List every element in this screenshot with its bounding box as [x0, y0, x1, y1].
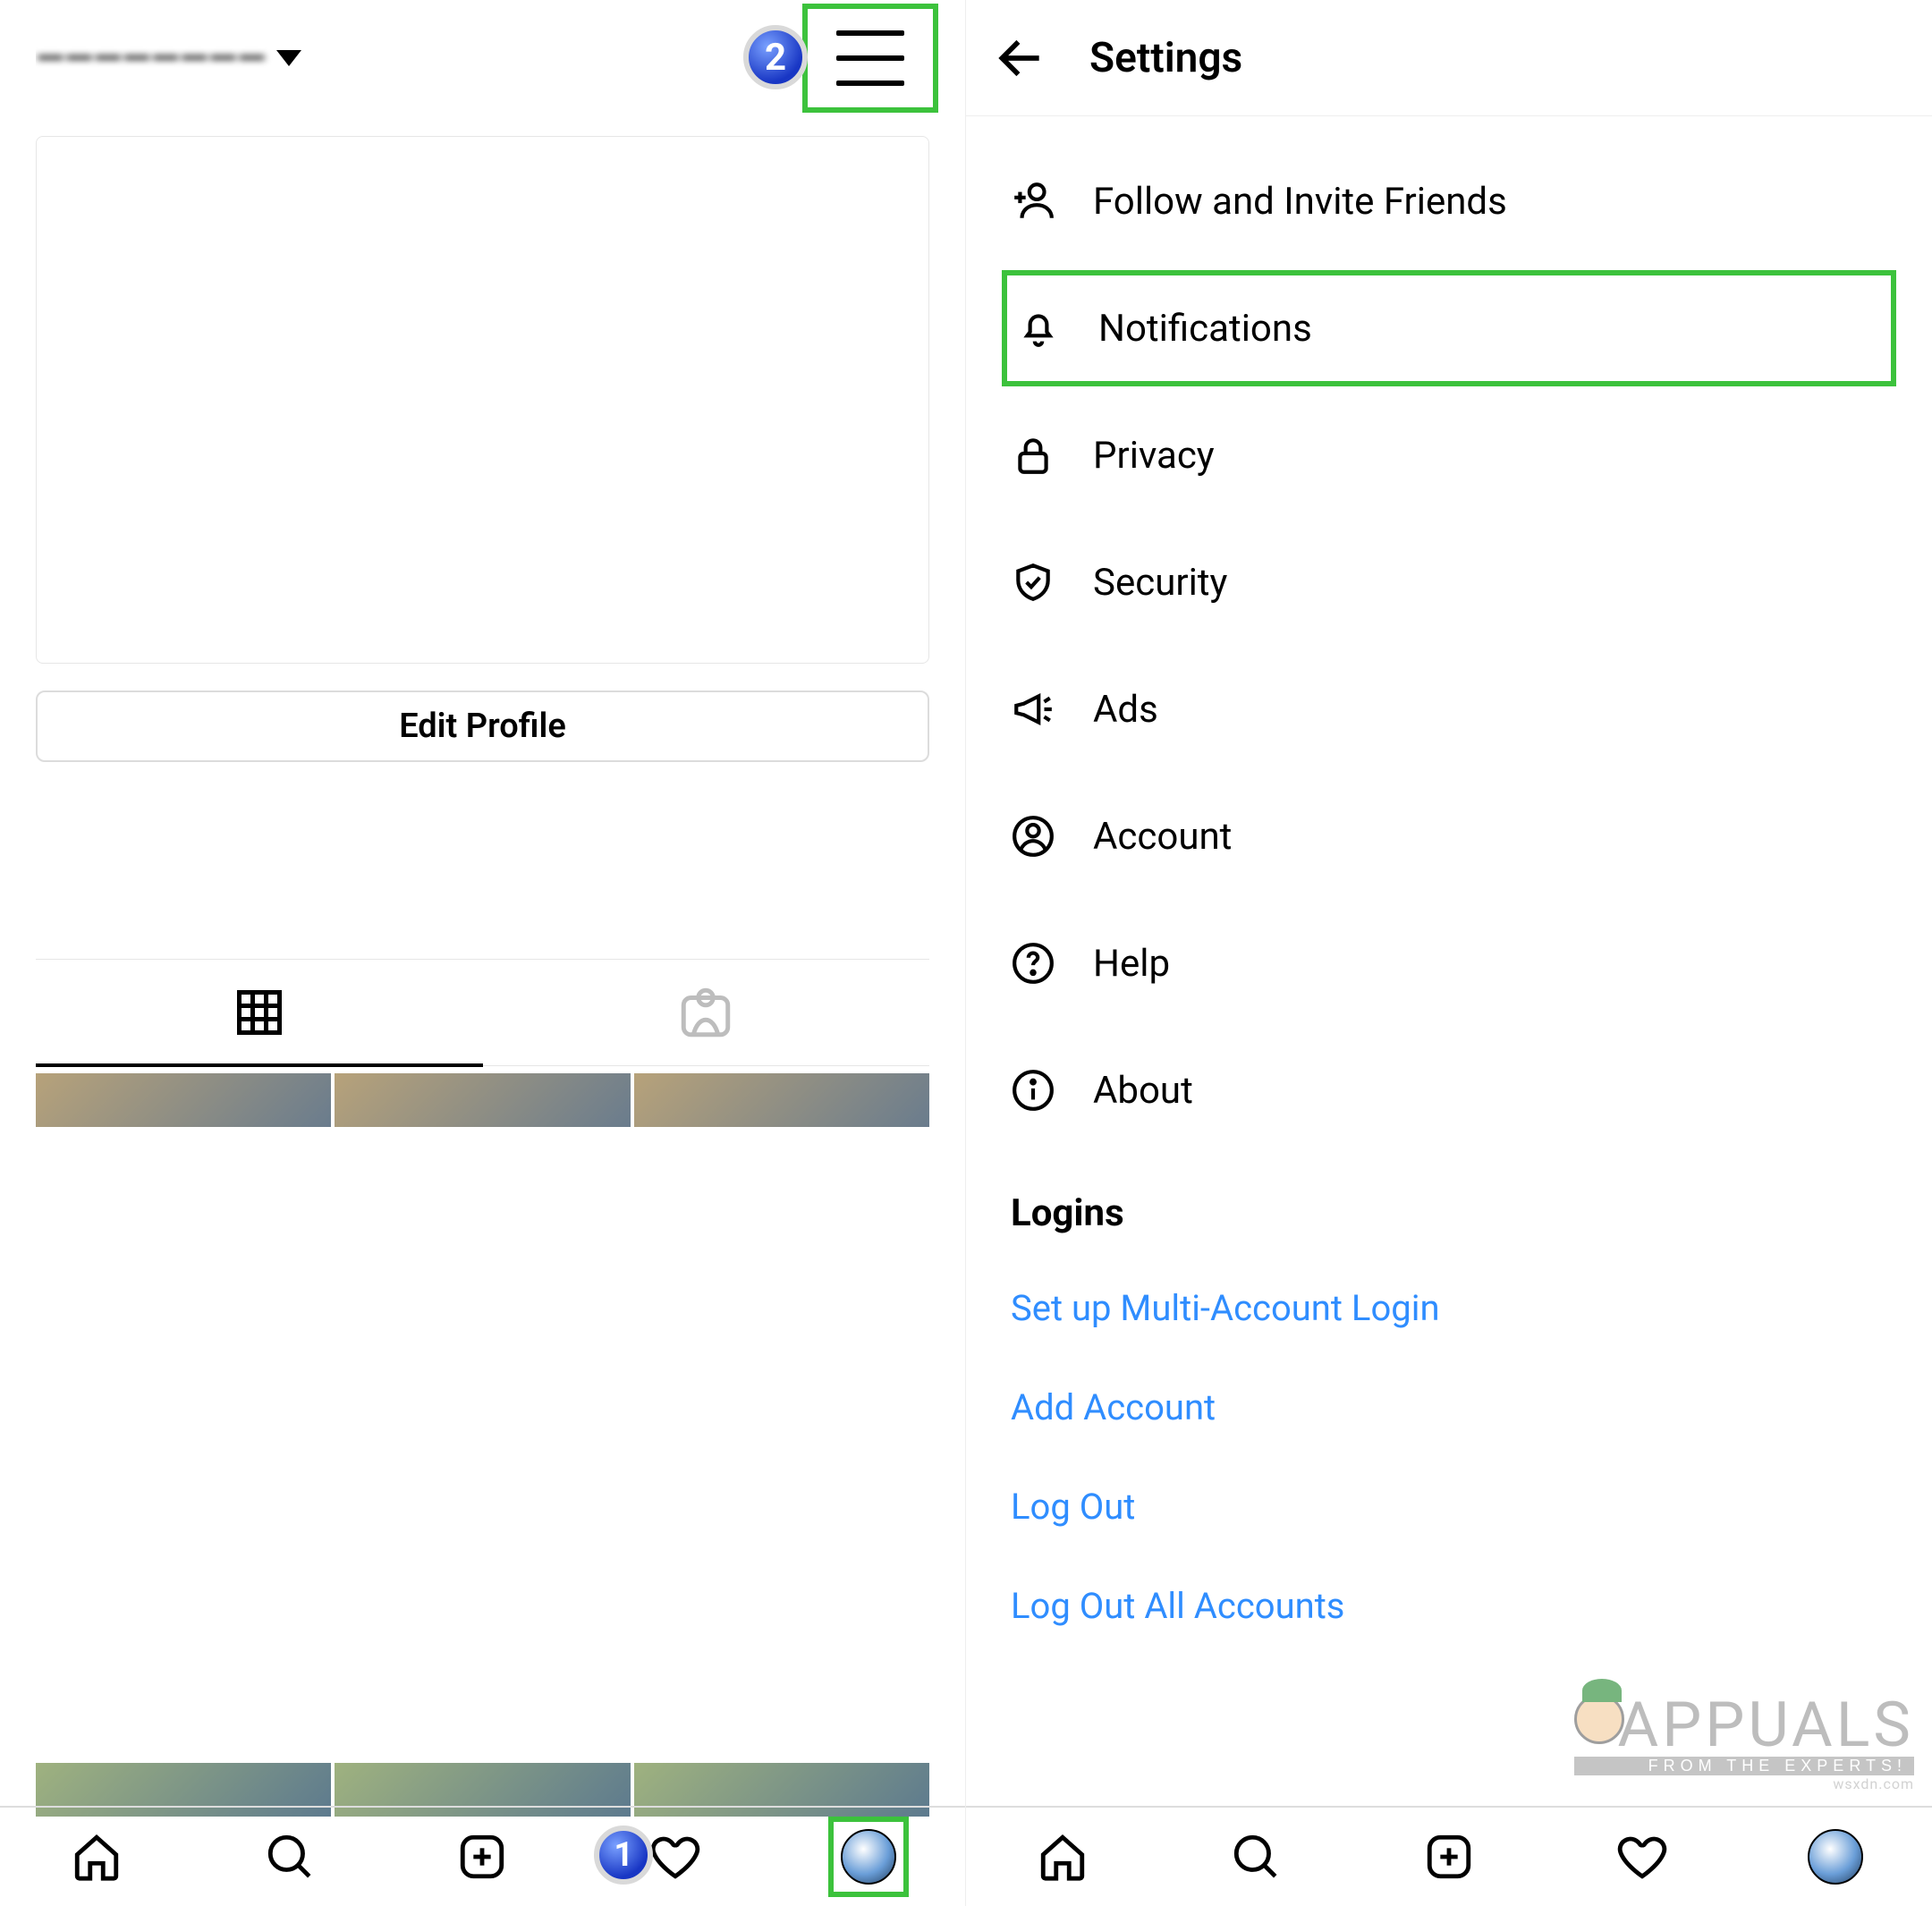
settings-item-ads[interactable]: Ads	[1002, 651, 1896, 767]
username-label: ————————	[36, 37, 266, 80]
tab-search[interactable]	[250, 1817, 330, 1897]
tab-profile[interactable]	[1795, 1817, 1876, 1897]
tab-activity[interactable]	[1602, 1817, 1682, 1897]
home-icon	[1037, 1831, 1089, 1883]
link-add-account[interactable]: Add Account	[1002, 1363, 1896, 1452]
info-icon	[1011, 1068, 1055, 1113]
account-icon	[1011, 814, 1055, 859]
link-log-out[interactable]: Log Out	[1002, 1462, 1896, 1551]
settings-header: Settings	[966, 0, 1932, 116]
hamburger-line-icon	[836, 30, 904, 36]
help-icon	[1011, 941, 1055, 986]
watermark-mascot-icon	[1574, 1694, 1624, 1744]
add-user-icon	[1011, 179, 1055, 224]
settings-item-label: Account	[1093, 815, 1232, 859]
profile-screen: ———————— 2 Edit Profile	[0, 0, 966, 1906]
settings-item-label: Notifications	[1098, 307, 1312, 351]
watermark: APPUALS FROM THE EXPERTS! wsxdn.com	[1574, 1701, 1914, 1791]
lock-icon	[1011, 433, 1055, 478]
avatar-icon	[841, 1829, 896, 1885]
link-log-out-all[interactable]: Log Out All Accounts	[1002, 1562, 1896, 1650]
plus-square-icon	[1423, 1831, 1475, 1883]
heart-icon	[649, 1831, 701, 1883]
bottom-tab-bar	[966, 1806, 1932, 1906]
settings-item-account[interactable]: Account	[1002, 778, 1896, 894]
tab-new-post[interactable]	[1409, 1817, 1489, 1897]
chevron-down-icon	[276, 50, 301, 66]
tagged-icon	[676, 983, 735, 1042]
settings-item-label: Security	[1093, 561, 1227, 605]
profile-header: ———————— 2	[0, 0, 965, 116]
settings-title: Settings	[1089, 34, 1242, 82]
grid-icon	[233, 986, 286, 1039]
bell-icon	[1016, 306, 1061, 351]
settings-item-about[interactable]: About	[1002, 1032, 1896, 1148]
post-thumb[interactable]	[36, 1073, 331, 1127]
tab-profile[interactable]	[828, 1817, 909, 1897]
megaphone-icon	[1011, 687, 1055, 732]
tab-search[interactable]	[1216, 1817, 1296, 1897]
post-thumb[interactable]	[335, 1073, 630, 1127]
tab-home[interactable]	[56, 1817, 137, 1897]
settings-screen: Settings Follow and Invite Friends Notif…	[966, 0, 1932, 1906]
step-badge-2: 2	[743, 25, 808, 89]
settings-item-security[interactable]: Security	[1002, 524, 1896, 640]
settings-item-label: About	[1093, 1069, 1193, 1113]
tab-new-post[interactable]	[442, 1817, 522, 1897]
hamburger-line-icon	[836, 80, 904, 86]
profile-stats-area	[36, 136, 929, 664]
search-icon	[264, 1831, 316, 1883]
home-icon	[71, 1831, 123, 1883]
tab-home[interactable]	[1022, 1817, 1103, 1897]
bottom-tab-bar: 1	[0, 1806, 965, 1906]
settings-item-privacy[interactable]: Privacy	[1002, 397, 1896, 513]
link-multi-account[interactable]: Set up Multi-Account Login	[1002, 1264, 1896, 1352]
posts-row	[36, 1763, 929, 1806]
settings-item-help[interactable]: Help	[1002, 905, 1896, 1021]
tab-activity[interactable]: 1	[635, 1817, 716, 1897]
logins-section-title: Logins	[1002, 1159, 1896, 1253]
posts-row	[36, 1073, 929, 1127]
settings-list: Follow and Invite Friends Notifications …	[966, 116, 1932, 1806]
back-arrow-icon[interactable]	[993, 30, 1048, 86]
hamburger-line-icon	[836, 55, 904, 61]
settings-item-label: Help	[1093, 942, 1170, 986]
settings-item-follow-invite[interactable]: Follow and Invite Friends	[1002, 143, 1896, 259]
settings-item-notifications[interactable]: Notifications	[1002, 270, 1896, 386]
settings-item-label: Follow and Invite Friends	[1093, 180, 1507, 224]
tab-tagged[interactable]	[483, 960, 930, 1065]
profile-body: Edit Profile	[0, 116, 965, 1806]
plus-square-icon	[456, 1831, 508, 1883]
avatar-icon	[1808, 1829, 1863, 1885]
settings-item-label: Ads	[1093, 688, 1158, 732]
settings-item-label: Privacy	[1093, 434, 1215, 478]
post-thumb[interactable]	[634, 1073, 929, 1127]
step-badge-1: 1	[594, 1826, 653, 1885]
shield-check-icon	[1011, 560, 1055, 605]
tab-posts-grid[interactable]	[36, 960, 483, 1065]
profile-media-tabs	[36, 959, 929, 1066]
search-icon	[1230, 1831, 1282, 1883]
heart-icon	[1616, 1831, 1668, 1883]
hamburger-menu-button[interactable]	[802, 4, 938, 113]
edit-profile-button[interactable]: Edit Profile	[36, 690, 929, 762]
username-switcher[interactable]: ————————	[36, 37, 301, 80]
